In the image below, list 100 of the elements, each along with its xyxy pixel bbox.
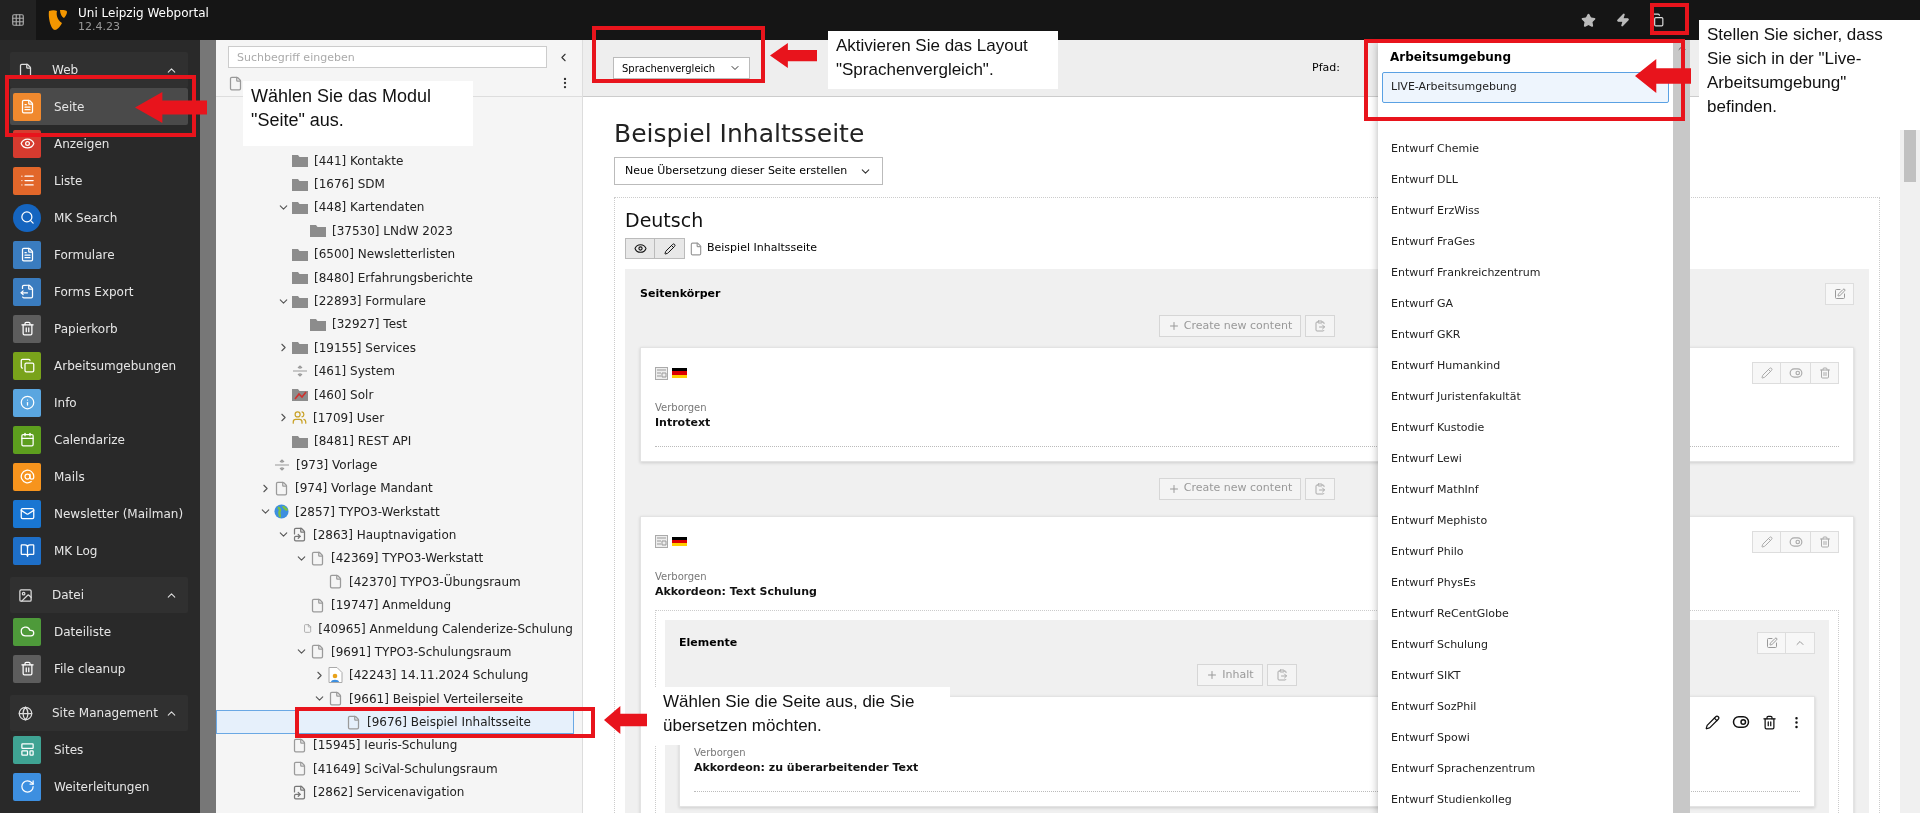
workspace-option[interactable]: Entwurf Lewi (1382, 444, 1669, 475)
module-item[interactable]: Forms Export (10, 273, 188, 310)
tree-item[interactable]: [42370] TYPO3-Übungsraum (216, 570, 574, 594)
tree-item[interactable]: [441] Kontakte (216, 149, 574, 173)
workspace-option[interactable]: Entwurf MathInf (1382, 475, 1669, 506)
workspace-option[interactable]: Entwurf Philo (1382, 537, 1669, 568)
tree-item[interactable]: [974] Vorlage Mandant (216, 476, 574, 500)
toggle-button[interactable] (1781, 362, 1810, 384)
workspace-option[interactable]: Entwurf DLL (1382, 165, 1669, 196)
edit-icon[interactable] (1705, 714, 1720, 730)
workspace-option[interactable]: Entwurf Frankreichzentrum (1382, 258, 1669, 289)
workspace-option[interactable]: Entwurf PhysEs (1382, 568, 1669, 599)
clipboard-icon (1314, 482, 1327, 495)
module-item[interactable]: Sites (10, 731, 188, 768)
pencil-icon (1760, 367, 1773, 379)
workspace-option[interactable]: Entwurf Studienkolleg (1382, 785, 1669, 813)
pointer-arrow (135, 92, 207, 123)
tree-item[interactable]: [9661] Beispiel Verteilerseite (216, 687, 574, 711)
tree-item[interactable]: [2863] Hauptnavigation (216, 523, 574, 547)
tree-item[interactable]: [2862] Servicenavigation (216, 780, 574, 804)
page-link[interactable]: Beispiel Inhaltsseite (707, 240, 818, 257)
workspace-option[interactable]: Entwurf Juristenfakultät (1382, 382, 1669, 413)
tree-item[interactable]: [1676] SDM (216, 172, 574, 196)
tree-item[interactable]: [461] System (216, 359, 574, 383)
edit-area-button[interactable] (1825, 283, 1854, 305)
tree-item[interactable]: [42369] TYPO3-Werkstatt (216, 546, 574, 571)
module-item[interactable]: MK Log (10, 532, 188, 569)
module-item[interactable]: Liste (10, 162, 188, 199)
workspace-option[interactable]: Entwurf ErzWiss (1382, 196, 1669, 227)
workspace-option[interactable]: Entwurf Kustodie (1382, 413, 1669, 444)
toggle-button[interactable] (1781, 530, 1810, 553)
tree-item[interactable]: [37530] LNdW 2023 (216, 219, 574, 243)
workspace-option[interactable]: Entwurf Humankind (1382, 351, 1669, 382)
tree-item[interactable]: [6500] Newsletterlisten (216, 242, 574, 266)
search-field[interactable]: Suchbegriff eingeben (228, 46, 547, 68)
workspace-option[interactable]: Entwurf SozPhil (1382, 692, 1669, 723)
module-item[interactable]: Newsletter (Mailman) (10, 495, 188, 532)
workspace-option[interactable]: Entwurf SIKT (1382, 661, 1669, 692)
tree-item[interactable]: [8480] Erfahrungsberichte (216, 265, 574, 290)
redirect-icon (13, 772, 41, 801)
globe-icon (18, 705, 33, 721)
module-item[interactable]: Calendarize (10, 421, 188, 458)
layout-select[interactable]: Sprachenvergleich (613, 57, 751, 79)
bolt-icon[interactable] (1616, 13, 1630, 27)
edit-area-button[interactable] (1757, 632, 1786, 654)
module-group-header[interactable]: Site Management (10, 695, 188, 731)
tree-item[interactable]: [32927] Test (216, 312, 574, 337)
scrollbar-thumb[interactable] (1904, 127, 1916, 182)
module-item[interactable]: Mails (10, 458, 188, 495)
module-item[interactable]: MK Search (10, 199, 188, 236)
tree-item[interactable]: [973] Vorlage (216, 453, 574, 477)
module-item[interactable]: Info (10, 384, 188, 421)
content-type-icon (655, 535, 668, 548)
tree-item[interactable]: [19155] Services (216, 336, 574, 360)
module-item[interactable]: File cleanup (10, 650, 188, 687)
workspace-option[interactable]: Entwurf Mephisto (1382, 506, 1669, 537)
module-item[interactable]: Anzeigen (10, 125, 188, 162)
tree-item[interactable]: [9676] Beispiel Inhaltsseite (216, 710, 574, 734)
area-title: Elemente (679, 634, 738, 651)
module-item[interactable]: Dateiliste (10, 613, 188, 650)
page-icon (303, 621, 313, 636)
workspace-option[interactable]: LIVE-Arbeitsumgebung (1382, 72, 1669, 103)
new-page-icon[interactable] (228, 75, 243, 91)
tree-item[interactable]: [2857] TYPO3-Werkstatt (216, 499, 574, 524)
edit-button[interactable] (655, 238, 685, 259)
toggle-icon[interactable] (1732, 713, 1750, 731)
tree-item[interactable]: [41649] SciVal-Schulungsraum (216, 757, 574, 781)
tree-item[interactable]: [19747] Anmeldung (216, 593, 574, 617)
app-menu-button[interactable] (0, 0, 36, 40)
info-icon (13, 388, 41, 417)
workspace-option[interactable]: Entwurf GKR (1382, 320, 1669, 351)
tree-item[interactable]: [448] Kartendaten (216, 195, 574, 220)
tree-item[interactable]: [8481] REST API (216, 429, 574, 454)
star-icon[interactable] (1581, 12, 1596, 28)
module-group-header[interactable]: Datei (10, 577, 188, 613)
tree-item[interactable]: [460] Solr (216, 382, 574, 407)
tree-item[interactable]: [22893] Formulare (216, 289, 574, 313)
tree-item[interactable]: [9691] TYPO3-Schulungsraum (216, 640, 574, 664)
module-item[interactable]: Weiterleitungen (10, 768, 188, 805)
translation-select[interactable]: Neue Übersetzung dieser Seite erstellen (614, 157, 884, 185)
module-item[interactable]: Formulare (10, 236, 188, 273)
workspace-option[interactable]: Entwurf ReCentGlobe (1382, 599, 1669, 630)
trash-icon[interactable] (1762, 714, 1777, 730)
workspace-option[interactable]: Entwurf Chemie (1382, 134, 1669, 165)
tree-item[interactable]: [40965] Anmeldung Calenderize-Schulung (216, 616, 574, 641)
grid-icon (11, 13, 25, 27)
folder-icon (292, 154, 308, 168)
workspace-option[interactable]: Entwurf Spowi (1382, 723, 1669, 754)
module-item[interactable]: Papierkorb (10, 310, 188, 347)
workspace-option[interactable]: Entwurf Schulung (1382, 630, 1669, 661)
pointer-arrow (604, 706, 647, 734)
workspace-option[interactable]: Entwurf Sprachenzentrum (1382, 754, 1669, 785)
tree-item[interactable]: [15945] Ieuris-Schulung (216, 733, 574, 758)
tree-item[interactable]: [1709] User (216, 406, 574, 430)
view-button[interactable] (625, 238, 655, 259)
workspace-option[interactable]: Entwurf GA (1382, 289, 1669, 320)
list-icon (13, 166, 41, 195)
tree-item[interactable]: [42243] 14.11.2024 Schulung (216, 663, 574, 687)
workspace-option[interactable]: Entwurf FraGes (1382, 227, 1669, 258)
module-item[interactable]: Arbeitsumgebungen (10, 347, 188, 384)
